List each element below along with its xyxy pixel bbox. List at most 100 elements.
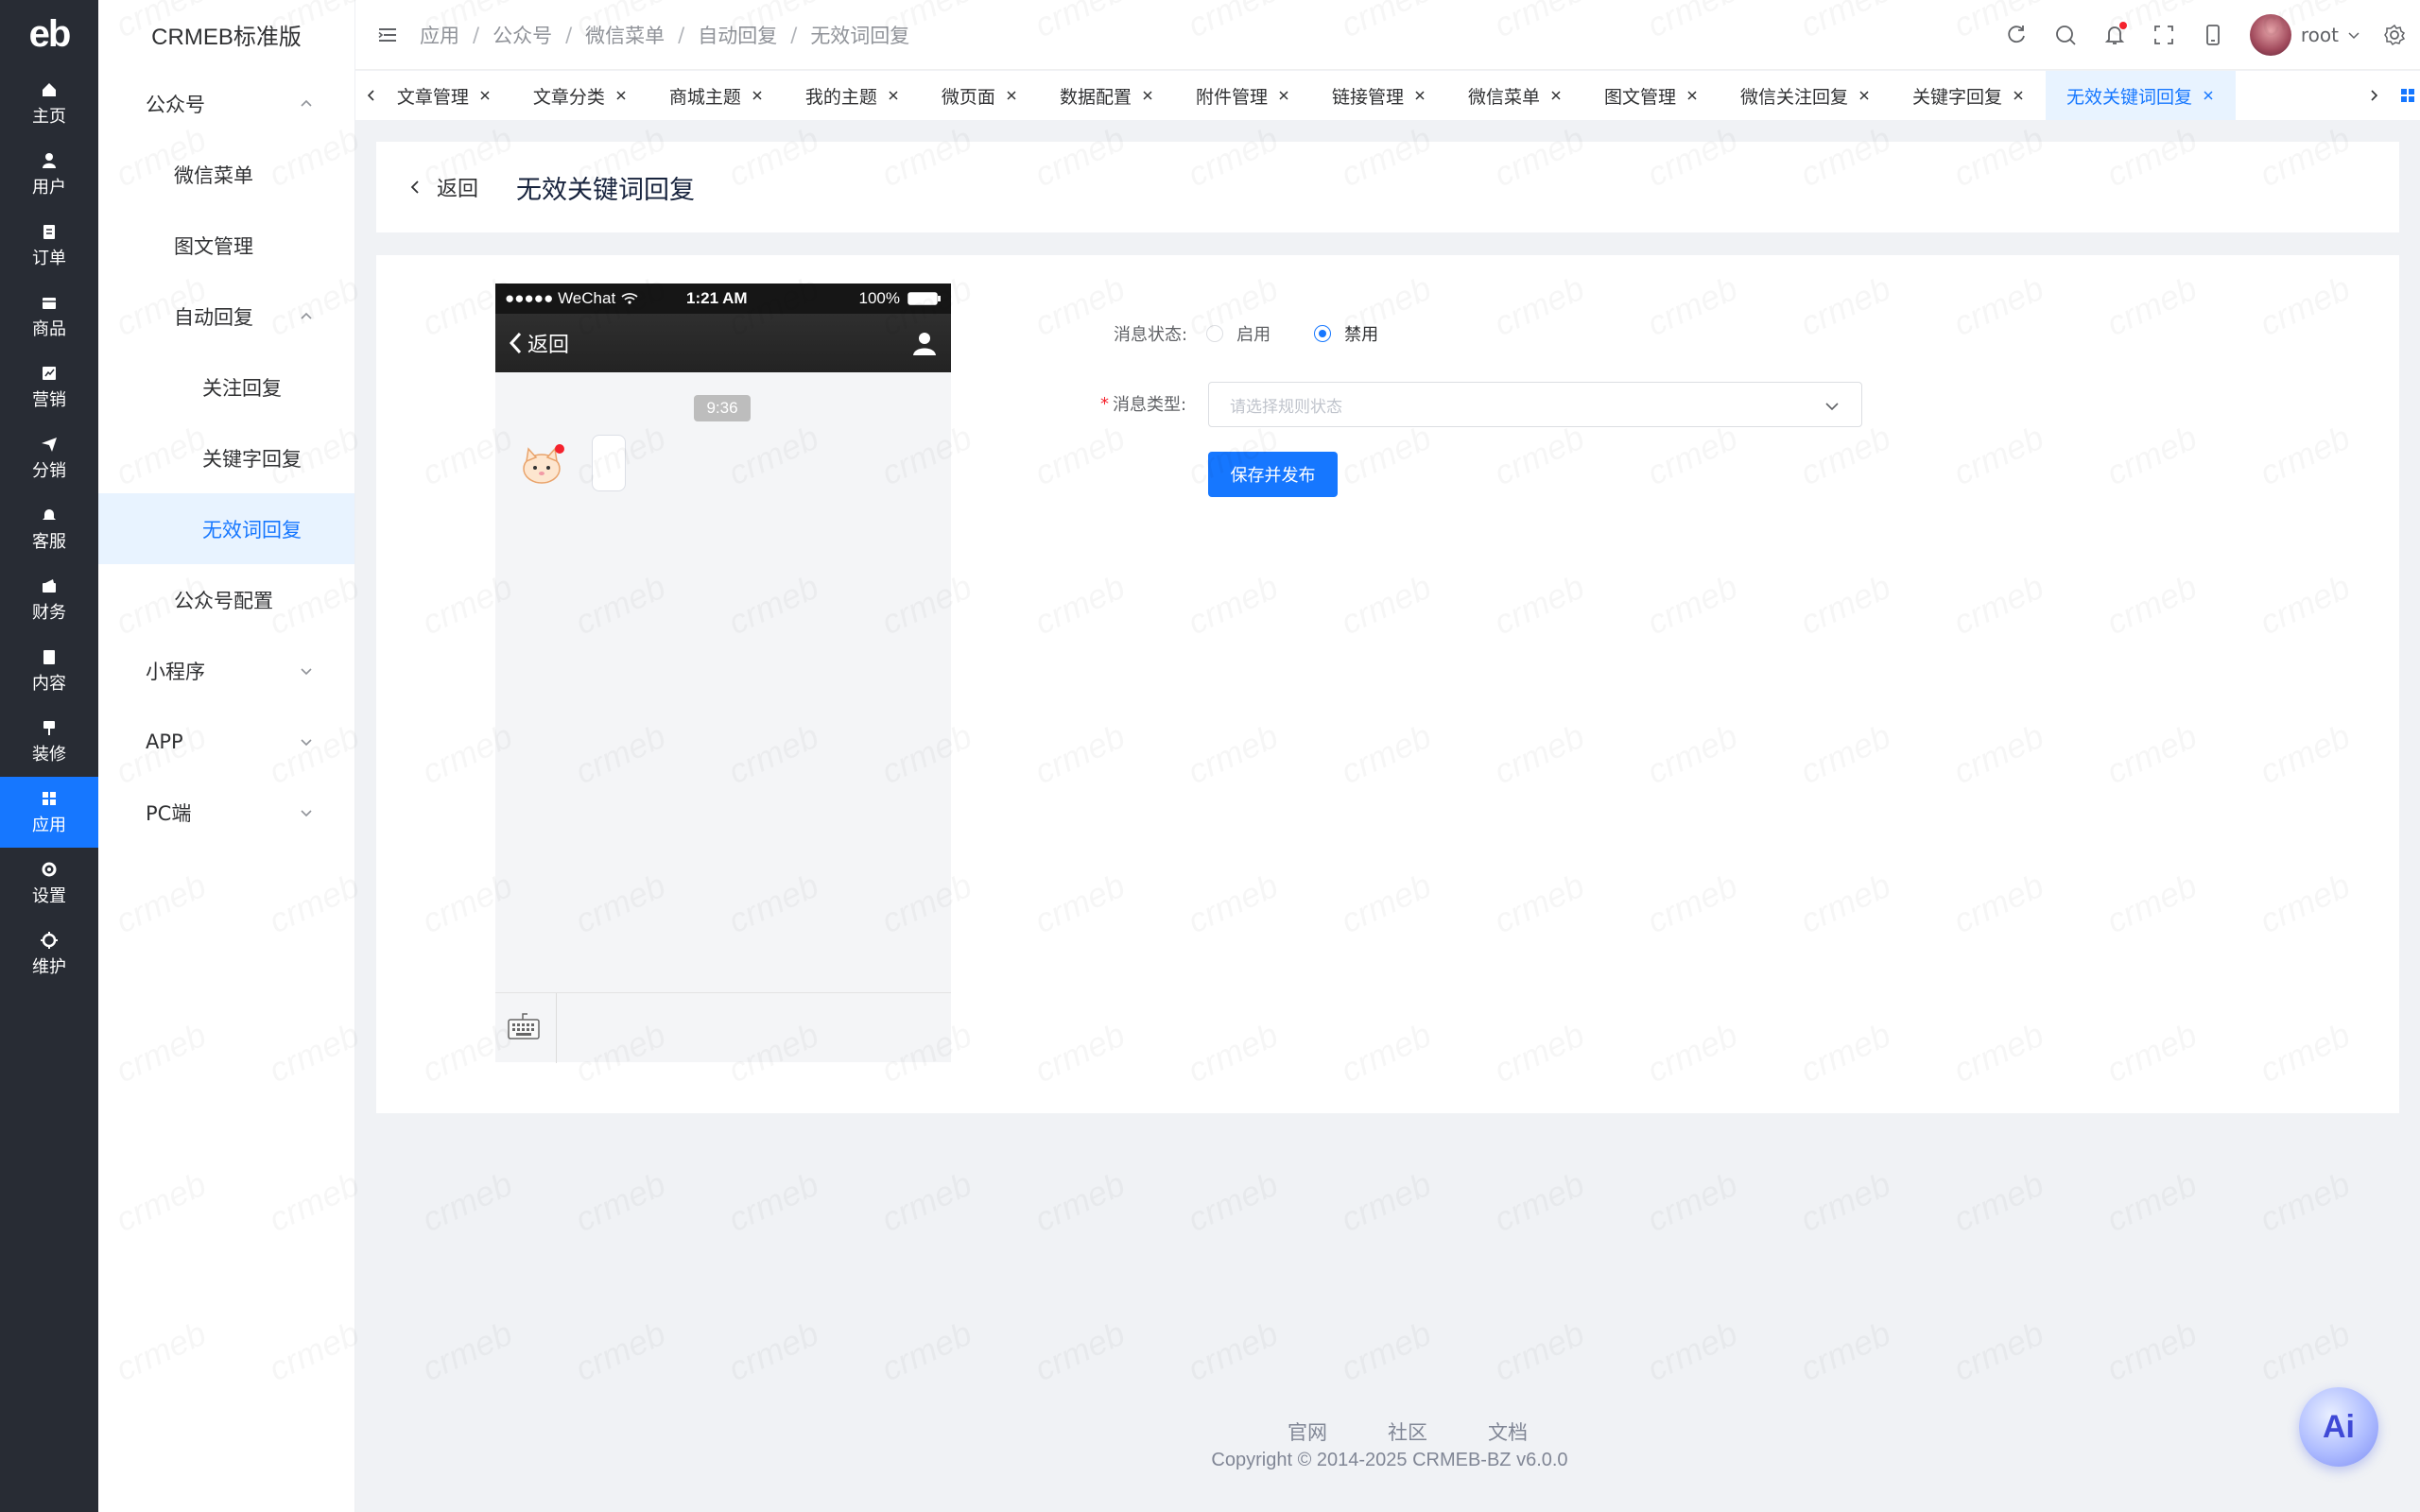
menu-item-account-config[interactable]: 公众号配置 (98, 564, 354, 635)
watermark-text: crmeb (1335, 1314, 1437, 1388)
rail-item-maintain[interactable]: 维护 (0, 919, 98, 989)
radio-enable[interactable] (1206, 325, 1224, 342)
close-icon[interactable] (1141, 89, 1154, 102)
close-icon[interactable] (1549, 89, 1563, 102)
menu-fold-icon[interactable] (376, 24, 399, 46)
close-icon[interactable] (887, 89, 900, 102)
ai-assistant-button[interactable]: Ai (2299, 1387, 2378, 1467)
menu-label: 无效词回复 (202, 518, 302, 541)
rail-item-order[interactable]: 订单 (0, 210, 98, 281)
breadcrumb-item[interactable]: 微信菜单 (585, 21, 665, 49)
rail-item-decorate[interactable]: 装修 (0, 706, 98, 777)
close-icon[interactable] (1005, 89, 1018, 102)
tab-item[interactable]: 图文管理 (1583, 71, 1720, 120)
menu-item-wechat-menu[interactable]: 微信菜单 (98, 139, 354, 210)
tabs-scroll-right[interactable] (2361, 71, 2386, 120)
rail-item-finance[interactable]: 财务 (0, 564, 98, 635)
close-icon[interactable] (1277, 89, 1290, 102)
watermark-text: crmeb (2100, 1314, 2203, 1388)
tab-item[interactable]: 微页面 (921, 71, 1039, 120)
menu-item-follow-reply[interactable]: 关注回复 (98, 352, 354, 422)
tab-item[interactable]: 商城主题 (648, 71, 785, 120)
tab-item[interactable]: 文章分类 (512, 71, 648, 120)
rail-item-service[interactable]: 客服 (0, 493, 98, 564)
rail-item-app[interactable]: 应用 (0, 777, 98, 848)
menu-item-keyword-reply[interactable]: 关键字回复 (98, 422, 354, 493)
close-icon[interactable] (1685, 89, 1699, 102)
tab-item[interactable]: 文章管理 (384, 71, 512, 120)
watermark-text: crmeb (2254, 1314, 2356, 1388)
username[interactable]: root (2301, 24, 2339, 46)
status-option-disable[interactable]: 禁用 (1314, 321, 1378, 346)
footer-link-website[interactable]: 官网 (1288, 1418, 1327, 1446)
menu-group-auto-reply[interactable]: 自动回复 (98, 281, 354, 352)
tab-item[interactable]: 附件管理 (1175, 71, 1311, 120)
watermark-text: crmeb (1182, 1314, 1284, 1388)
phone-input-bar (495, 992, 951, 1063)
search-icon[interactable] (2053, 23, 2078, 47)
watermark-text: crmeb (2254, 1164, 2356, 1239)
tab-item[interactable]: 微信菜单 (1447, 71, 1583, 120)
chevron-down-icon[interactable] (2346, 27, 2361, 43)
menu-label: 图文管理 (174, 234, 253, 258)
tab-label: 微页面 (941, 86, 995, 108)
battery-label: 100% (858, 289, 900, 307)
rail-item-settings[interactable]: 设置 (0, 848, 98, 919)
gear-icon[interactable] (2382, 23, 2407, 47)
close-icon[interactable] (2012, 89, 2025, 102)
rail-item-user[interactable]: 用户 (0, 139, 98, 210)
close-icon[interactable] (1413, 89, 1426, 102)
tab-label: 我的主题 (804, 86, 877, 108)
rail-item-distribution[interactable]: 分销 (0, 422, 98, 493)
tab-item[interactable]: 微信关注回复 (1720, 71, 1892, 120)
menu-item-article-manage[interactable]: 图文管理 (98, 210, 354, 281)
menu-group-mini-program[interactable]: 小程序 (98, 635, 354, 706)
watermark-text: crmeb (1641, 1314, 1743, 1388)
rail-item-marketing[interactable]: 营销 (0, 352, 98, 422)
rail-item-home[interactable]: 主页 (0, 68, 98, 139)
message-type-select[interactable]: 请选择规则状态 (1208, 382, 1862, 427)
watermark-text: crmeb (416, 1164, 518, 1239)
footer-link-community[interactable]: 社区 (1388, 1418, 1427, 1446)
radio-disable[interactable] (1314, 325, 1332, 342)
mobile-icon[interactable] (2201, 23, 2225, 47)
footer-link-docs[interactable]: 文档 (1488, 1418, 1528, 1446)
breadcrumb-item[interactable]: 公众号 (493, 21, 552, 49)
back-button[interactable]: 返回 (408, 172, 478, 202)
status-option-enable[interactable]: 启用 (1206, 321, 1270, 346)
notification-button[interactable] (2102, 22, 2127, 47)
fullscreen-icon[interactable] (2152, 23, 2176, 47)
menu-group-official-account[interactable]: 公众号 (98, 68, 354, 139)
phone-back-label: 返回 (527, 334, 570, 357)
footer-links: 官网 社区 文档 (1257, 1418, 1558, 1446)
close-icon[interactable] (614, 89, 628, 102)
tab-item[interactable]: 我的主题 (785, 71, 921, 120)
tab-item[interactable]: 数据配置 (1039, 71, 1175, 120)
tab-item[interactable]: 无效关键词回复 (2046, 71, 2237, 120)
breadcrumb-item[interactable]: 自动回复 (698, 21, 777, 49)
menu-group-pc[interactable]: PC端 (98, 777, 354, 848)
refresh-icon[interactable] (2004, 23, 2029, 47)
close-icon[interactable] (751, 89, 764, 102)
maintain-icon (41, 931, 58, 949)
crmeb-logo[interactable]: eb (0, 0, 98, 68)
tab-item[interactable]: 链接管理 (1311, 71, 1447, 120)
close-icon[interactable] (1858, 89, 1871, 102)
rail-item-goods[interactable]: 商品 (0, 281, 98, 352)
tab-item[interactable]: 关键字回复 (1892, 71, 2046, 120)
tabs-menu-button[interactable] (2395, 71, 2420, 120)
avatar[interactable] (2249, 14, 2291, 56)
breadcrumb-item[interactable]: 应用 (420, 21, 459, 49)
save-publish-button[interactable]: 保存并发布 (1208, 452, 1338, 497)
tabs-scroll-left[interactable] (359, 71, 384, 120)
menu-group-app[interactable]: APP (98, 706, 354, 777)
rail-item-content[interactable]: 内容 (0, 635, 98, 706)
close-icon[interactable] (478, 89, 492, 102)
rail-label: 设置 (32, 885, 66, 906)
required-mark: * (1100, 393, 1109, 414)
watermark-text: crmeb (722, 1164, 824, 1239)
chevron-down-icon (301, 809, 312, 816)
close-icon[interactable] (2202, 89, 2215, 102)
menu-label: 微信菜单 (174, 163, 253, 187)
menu-item-invalid-word-reply[interactable]: 无效词回复 (98, 493, 354, 564)
